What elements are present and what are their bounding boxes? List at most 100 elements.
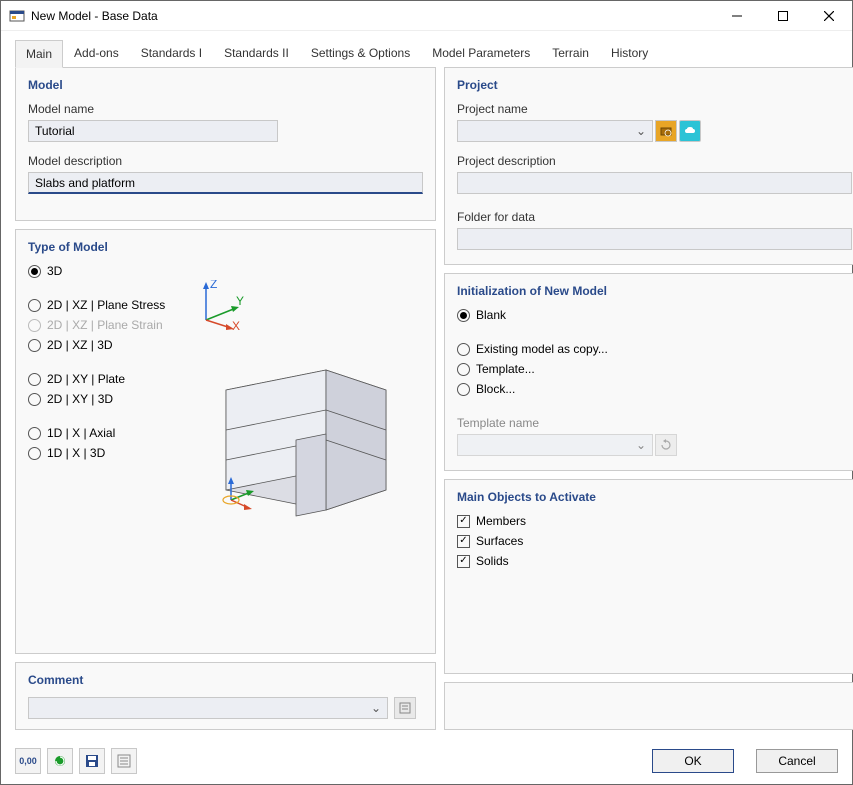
initialization-panel: Initialization of New Model Blank Existi… [444,273,853,471]
model-panel: Model Model name Model description [15,67,436,221]
document-icon [398,701,412,715]
project-panel: Project Project name ⌄ Project descripti… [444,67,853,265]
tab-settings[interactable]: Settings & Options [300,39,421,67]
folder-label: Folder for data [457,210,852,224]
project-name-label: Project name [457,102,852,116]
radio-icon [28,427,41,440]
radio-icon [28,373,41,386]
comment-panel: Comment ⌄ [15,662,436,730]
tab-model-parameters[interactable]: Model Parameters [421,39,541,67]
checkbox-icon [457,535,470,548]
close-button[interactable] [806,1,852,31]
radio-icon [28,299,41,312]
radio-label: 3D [47,264,62,278]
tab-history[interactable]: History [600,39,659,67]
radio-label: 1D | X | Axial [47,426,115,440]
svg-text:X: X [232,319,240,330]
model-desc-label: Model description [28,154,423,168]
radio-icon [28,339,41,352]
tab-standards1[interactable]: Standards I [130,39,213,67]
check-surfaces[interactable]: Surfaces [457,534,852,548]
right-column: Project Project name ⌄ Project descripti… [444,67,853,730]
bottom-toolbar: 0,00 OK Cancel [1,738,852,784]
radio-label: 2D | XZ | Plane Stress [47,298,165,312]
checkbox-icon [457,515,470,528]
radio-label: Existing model as copy... [476,342,608,356]
project-cloud-button[interactable] [679,120,701,142]
window-title: New Model - Base Data [31,9,714,23]
template-refresh-button [655,434,677,456]
check-members[interactable]: Members [457,514,852,528]
radio-icon [28,393,41,406]
minimize-button[interactable] [714,1,760,31]
template-name-label: Template name [457,416,852,430]
content-area: Model Model name Model description Type … [1,67,852,738]
radio-label: Blank [476,308,506,322]
radio-existing-model[interactable]: Existing model as copy... [457,342,852,356]
folder-gear-icon [659,124,673,138]
folder-display [457,228,852,250]
radio-2d-xz-3d[interactable]: 2D | XZ | 3D [28,338,423,352]
units-button[interactable]: 0,00 [15,748,41,774]
radio-icon [457,309,470,322]
comment-library-button[interactable] [394,697,416,719]
radio-icon [28,319,41,332]
main-objects-panel: Main Objects to Activate Members Surface… [444,479,853,674]
model-desc-input[interactable] [28,172,423,194]
init-panel-title: Initialization of New Model [457,284,852,298]
reload-button[interactable] [47,748,73,774]
axis-icon: Z Y X [196,280,246,333]
cancel-button[interactable]: Cancel [756,749,838,773]
tab-addons[interactable]: Add-ons [63,39,130,67]
title-bar: New Model - Base Data [1,1,852,31]
chevron-down-icon: ⌄ [636,124,646,138]
project-desc-display [457,172,852,194]
list-icon [116,753,132,769]
radio-label: 2D | XZ | 3D [47,338,113,352]
project-desc-label: Project description [457,154,852,168]
chevron-down-icon: ⌄ [636,438,646,452]
project-manager-button[interactable] [655,120,677,142]
radio-icon [28,447,41,460]
radio-3d[interactable]: 3D [28,264,423,278]
tab-standards2[interactable]: Standards II [213,39,300,67]
comment-select[interactable]: ⌄ [28,697,388,719]
maximize-button[interactable] [760,1,806,31]
comment-panel-title: Comment [28,673,423,687]
reload-icon [52,753,68,769]
model-name-input[interactable] [28,120,278,142]
radio-blank[interactable]: Blank [457,308,852,322]
project-panel-title: Project [457,78,852,92]
tab-terrain[interactable]: Terrain [541,39,600,67]
radio-icon [457,343,470,356]
radio-label: 2D | XY | 3D [47,392,113,406]
save-icon [84,753,100,769]
radio-label: 2D | XZ | Plane Strain [47,318,163,332]
left-column: Model Model name Model description Type … [15,67,436,730]
radio-icon [457,383,470,396]
checkbox-icon [457,555,470,568]
radio-label: 2D | XY | Plate [47,372,125,386]
empty-panel [444,682,853,730]
radio-icon [457,363,470,376]
radio-label: Block... [476,382,515,396]
radio-label: 1D | X | 3D [47,446,105,460]
project-name-select[interactable]: ⌄ [457,120,653,142]
options-button[interactable] [111,748,137,774]
ok-button[interactable]: OK [652,749,734,773]
check-solids[interactable]: Solids [457,554,852,568]
save-button[interactable] [79,748,105,774]
tab-main[interactable]: Main [15,40,63,68]
model-preview-icon [216,360,406,523]
check-label: Surfaces [476,534,523,548]
radio-label: Template... [476,362,535,376]
app-icon [9,8,25,24]
check-label: Members [476,514,526,528]
radio-block[interactable]: Block... [457,382,852,396]
refresh-icon [660,439,672,451]
check-label: Solids [476,554,509,568]
radio-template[interactable]: Template... [457,362,852,376]
tab-bar: Main Add-ons Standards I Standards II Se… [1,31,852,67]
svg-text:Z: Z [210,280,217,291]
template-name-select: ⌄ [457,434,653,456]
